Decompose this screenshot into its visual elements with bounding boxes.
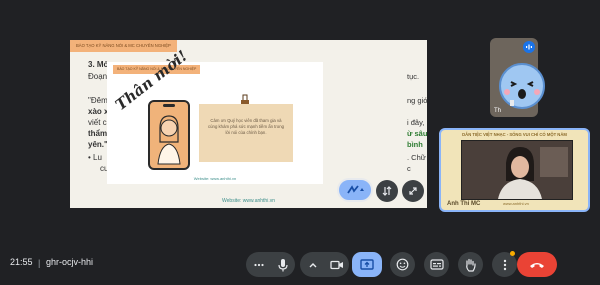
- meeting-time: 21:55: [10, 257, 33, 267]
- speaker-banner: DẪN TIỆC VIỆT NHẠC - SỐNG VUI CHÍ CÓ MỘT…: [462, 132, 567, 137]
- slide-line: • Lu: [88, 153, 102, 162]
- sticky-note: Cảm ơn Quý học viên đã tham gia và cùng …: [199, 104, 293, 162]
- emoji-icon: [396, 258, 409, 271]
- captions-button[interactable]: [424, 252, 449, 277]
- slide-right-text: . Chữ: [407, 153, 426, 162]
- speaker-website: www.anhthi.vn: [503, 201, 529, 206]
- microphone-button[interactable]: [270, 252, 295, 277]
- slide-tag: BÀO TẠO KỸ NĂNG NÓI & MC CHUYÊN NGHIỆP: [70, 40, 177, 52]
- speaker-video: [461, 140, 573, 200]
- reaction-icon: [347, 185, 364, 194]
- slide-line: yên.": [88, 140, 108, 149]
- slide-right-text: tục.: [407, 72, 420, 81]
- slide-right-text: ng gió: [407, 96, 427, 105]
- more-icon: [253, 263, 264, 266]
- talking-icon: [523, 41, 535, 53]
- reaction-toggle-button[interactable]: [337, 178, 373, 202]
- camera-button[interactable]: [324, 252, 349, 277]
- expand-icon: [409, 187, 417, 195]
- emoji-reaction-icon: [499, 63, 545, 109]
- speaker-name: Anh Thi MC: [447, 201, 481, 207]
- slide-line: xào x: [88, 107, 109, 116]
- camera-icon: [329, 260, 343, 269]
- slide-line: viết c: [88, 118, 107, 127]
- slide-right-text: c: [407, 164, 411, 173]
- presentation-slide: BÀO TẠO KỸ NĂNG NÓI & MC CHUYÊN NGHIỆP 3…: [70, 40, 427, 208]
- slide-footer: Website: www.anhthi.vn: [222, 198, 275, 204]
- raise-hand-button[interactable]: [458, 252, 483, 277]
- slide-line: "Đêm: [88, 96, 108, 105]
- separator: |: [38, 258, 41, 268]
- slide-right-text: bình: [407, 140, 423, 149]
- audio-options-button[interactable]: [246, 252, 271, 277]
- slide-right-text: ừ sâu: [407, 129, 427, 138]
- mic-icon: [277, 258, 288, 271]
- note-text: Cảm ơn Quý học viên đã tham gia và cùng …: [208, 118, 284, 135]
- meeting-code: ghr-ocjv-hhi: [46, 257, 94, 267]
- phone-illustration: [148, 100, 190, 170]
- emoji-button[interactable]: [390, 252, 415, 277]
- invitation-footer: Website: www.anhthi.vn: [193, 176, 237, 181]
- present-button[interactable]: [352, 252, 382, 277]
- slide-line: Đoạn: [88, 72, 108, 81]
- slide-right-text: i đây,: [407, 118, 425, 127]
- leave-call-button[interactable]: [517, 252, 557, 277]
- rotate-button[interactable]: [376, 180, 398, 202]
- raise-hand-icon: [466, 258, 476, 272]
- speaker-tile[interactable]: DẪN TIỆC VIỆT NHẠC - SỐNG VUI CHÍ CÓ MỘT…: [439, 128, 590, 212]
- expand-button[interactable]: [402, 180, 424, 202]
- rotate-icon: [382, 186, 392, 196]
- notification-dot: [510, 251, 515, 256]
- present-icon: [360, 258, 374, 270]
- end-call-icon: [530, 262, 544, 268]
- more-vertical-icon: [503, 259, 506, 270]
- captions-icon: [429, 259, 444, 270]
- video-options-button[interactable]: [300, 252, 325, 277]
- chevron-up-icon: [309, 262, 316, 267]
- slide-line: thẩm: [88, 129, 108, 138]
- invitation-card: BÀO TẠO KỸ NĂNG NÓI & MC CHUYÊN NGHIỆP T…: [107, 47, 323, 184]
